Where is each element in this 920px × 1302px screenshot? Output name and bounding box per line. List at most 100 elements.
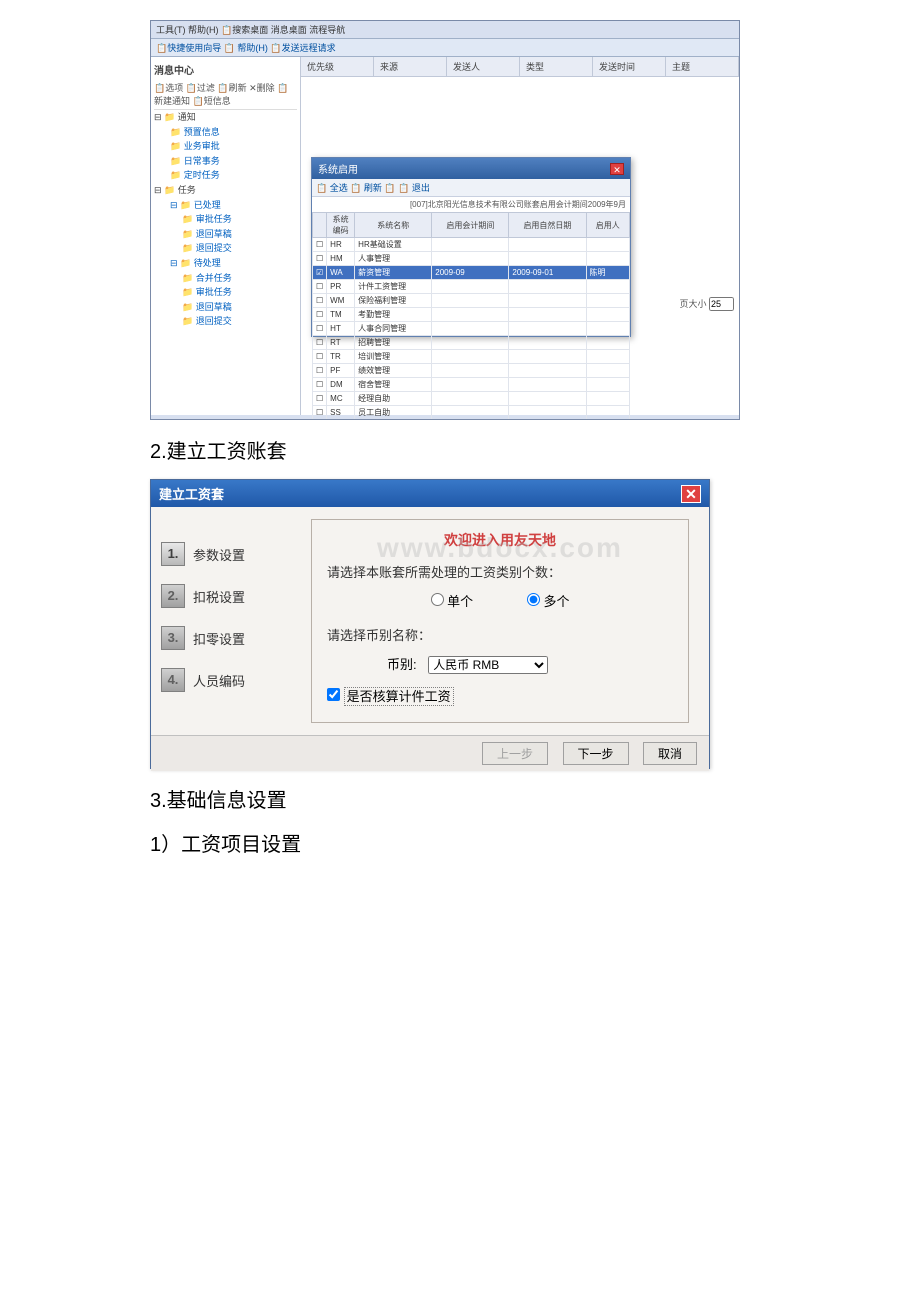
row-user xyxy=(586,238,630,252)
th-type: 类型 xyxy=(520,57,593,76)
row-date xyxy=(509,420,586,421)
menubar[interactable]: 工具(T) 帮助(H) 📋搜索桌面 消息桌面 流程导航 xyxy=(151,21,739,39)
row-user xyxy=(586,364,630,378)
row-code: TM xyxy=(327,308,355,322)
row-user xyxy=(586,350,630,364)
step-label: 扣税设置 xyxy=(193,587,245,606)
row-user xyxy=(586,336,630,350)
piecework-checkbox[interactable]: 是否核算计件工资 xyxy=(327,689,454,704)
table-row[interactable]: ☐GP集团财务 xyxy=(313,420,630,421)
row-period xyxy=(432,364,509,378)
row-checkbox[interactable]: ☐ xyxy=(313,378,327,392)
tree-processed[interactable]: ⊟ 📁 已处理 xyxy=(154,198,297,213)
modal-toolbar[interactable]: 📋 全选 📋 刷新 📋 📋 退出 xyxy=(312,179,630,197)
table-row[interactable]: ☐WM保险福利管理 xyxy=(313,294,630,308)
th-syscode: 系统编码 xyxy=(327,213,355,238)
table-row[interactable]: ☑WA薪资管理2009-092009-09-01陈明 xyxy=(313,266,630,280)
table-row[interactable]: ☐HRHR基础设置 xyxy=(313,238,630,252)
tree-item[interactable]: 📁 合并任务 xyxy=(154,271,297,286)
row-name: 薪资管理 xyxy=(355,266,432,280)
step-personnel[interactable]: 4. 人员编码 xyxy=(161,668,281,692)
row-checkbox[interactable]: ☐ xyxy=(313,308,327,322)
row-period: 2009-09 xyxy=(432,266,509,280)
row-period xyxy=(432,308,509,322)
radio-multiple[interactable]: 多个 xyxy=(527,594,570,609)
row-checkbox[interactable]: ☐ xyxy=(313,364,327,378)
toolbar[interactable]: 📋快捷使用向导 📋 帮助(H) 📋发送远程请求 xyxy=(151,39,739,57)
step-label: 参数设置 xyxy=(193,545,245,564)
step-params[interactable]: 1. 参数设置 xyxy=(161,542,281,566)
row-date xyxy=(509,336,586,350)
step-tax[interactable]: 2. 扣税设置 xyxy=(161,584,281,608)
tree-item[interactable]: 📁 退回草稿 xyxy=(154,227,297,242)
row-checkbox[interactable]: ☐ xyxy=(313,252,327,266)
row-checkbox[interactable]: ☑ xyxy=(313,266,327,280)
prev-button: 上一步 xyxy=(482,742,548,765)
step-label: 人员编码 xyxy=(193,671,245,690)
row-checkbox[interactable]: ☐ xyxy=(313,336,327,350)
row-code: HM xyxy=(327,252,355,266)
close-icon[interactable]: ✕ xyxy=(610,163,624,175)
table-row[interactable]: ☐RT招聘管理 xyxy=(313,336,630,350)
row-checkbox[interactable]: ☐ xyxy=(313,350,327,364)
table-row[interactable]: ☐HM人事管理 xyxy=(313,252,630,266)
tree-root-notice[interactable]: ⊟ 📁 通知 xyxy=(154,110,297,125)
row-checkbox[interactable]: ☐ xyxy=(313,280,327,294)
table-row[interactable]: ☐TR培训管理 xyxy=(313,350,630,364)
row-checkbox[interactable]: ☐ xyxy=(313,406,327,420)
tree-item[interactable]: 📁 退回草稿 xyxy=(154,300,297,315)
page-size-input[interactable] xyxy=(709,297,734,311)
tree-pending[interactable]: ⊟ 📁 待处理 xyxy=(154,256,297,271)
next-button[interactable]: 下一步 xyxy=(563,742,629,765)
wizard-titlebar: 建立工资套 ✕ xyxy=(151,480,709,507)
row-date xyxy=(509,280,586,294)
row-user xyxy=(586,420,630,421)
tree-item[interactable]: 📁 退回提交 xyxy=(154,314,297,329)
row-user xyxy=(586,378,630,392)
row-period xyxy=(432,406,509,420)
row-period xyxy=(432,392,509,406)
row-name: 招聘管理 xyxy=(355,336,432,350)
tree-item[interactable]: 📁 审批任务 xyxy=(154,285,297,300)
step-num-icon: 2. xyxy=(161,584,185,608)
close-icon[interactable]: ✕ xyxy=(681,485,701,503)
table-row[interactable]: ☐PF绩效管理 xyxy=(313,364,630,378)
sidebar-actions[interactable]: 📋选项 📋过滤 📋刷新 ✕删除 📋新建通知 📋短信息 xyxy=(154,79,297,110)
tree-item[interactable]: 📁 预置信息 xyxy=(154,125,297,140)
row-period xyxy=(432,378,509,392)
row-checkbox[interactable]: ☐ xyxy=(313,322,327,336)
table-row[interactable]: ☐TM考勤管理 xyxy=(313,308,630,322)
table-row[interactable]: ☐DM宿舍管理 xyxy=(313,378,630,392)
tree-item[interactable]: 📁 业务审批 xyxy=(154,139,297,154)
tree-item[interactable]: 📁 日常事务 xyxy=(154,154,297,169)
cancel-button[interactable]: 取消 xyxy=(643,742,697,765)
tree-item[interactable]: 📁 审批任务 xyxy=(154,212,297,227)
row-checkbox[interactable]: ☐ xyxy=(313,420,327,421)
row-period xyxy=(432,280,509,294)
table-row[interactable]: ☐MC经理自助 xyxy=(313,392,630,406)
row-user xyxy=(586,406,630,420)
row-period xyxy=(432,252,509,266)
heading-basic-info: 3.基础信息设置 xyxy=(150,784,770,813)
row-checkbox[interactable]: ☐ xyxy=(313,238,327,252)
tree-item[interactable]: 📁 定时任务 xyxy=(154,168,297,183)
currency-select[interactable]: 人民币 RMB xyxy=(428,656,548,674)
row-checkbox[interactable]: ☐ xyxy=(313,294,327,308)
tree-root-tasks[interactable]: ⊟ 📁 任务 xyxy=(154,183,297,198)
step-num-icon: 1. xyxy=(161,542,185,566)
table-row[interactable]: ☐PR计件工资管理 xyxy=(313,280,630,294)
step-round[interactable]: 3. 扣零设置 xyxy=(161,626,281,650)
heading-salary-items: 1）工资项目设置 xyxy=(150,828,770,857)
row-code: DM xyxy=(327,378,355,392)
table-row[interactable]: ☐HT人事合同管理 xyxy=(313,322,630,336)
table-row[interactable]: ☐SS员工自助 xyxy=(313,406,630,420)
row-date xyxy=(509,308,586,322)
row-code: SS xyxy=(327,406,355,420)
th-source: 来源 xyxy=(374,57,447,76)
row-user xyxy=(586,294,630,308)
tree-item[interactable]: 📁 退回提交 xyxy=(154,241,297,256)
row-checkbox[interactable]: ☐ xyxy=(313,392,327,406)
radio-single[interactable]: 单个 xyxy=(431,594,474,609)
row-code: TR xyxy=(327,350,355,364)
th-sendtime: 发送时间 xyxy=(593,57,666,76)
